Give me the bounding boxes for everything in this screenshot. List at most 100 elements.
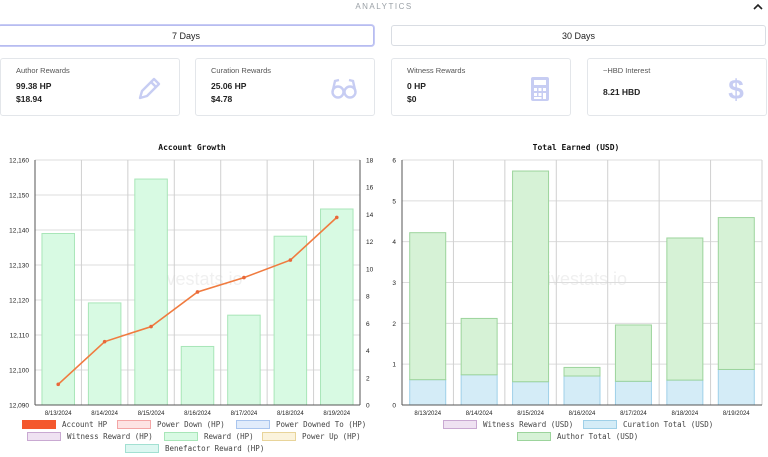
y-tick-label: 0: [392, 403, 396, 410]
legend-label: Witness Reward (HP): [67, 432, 153, 441]
y-right-tick-label: 12: [366, 239, 374, 246]
legend-swatch: [27, 432, 61, 441]
y-left-tick-label: 12,090: [9, 403, 29, 410]
curation-total-bar: [409, 379, 447, 406]
y-right-tick-label: 6: [366, 321, 370, 328]
card-value-usd: $4.78: [211, 94, 233, 104]
y-left-tick-label: 12,160: [9, 158, 29, 165]
author-total-bar: [614, 324, 652, 382]
y-right-tick-label: 16: [366, 185, 374, 192]
watermark: hivestats.io: [537, 269, 627, 289]
analytics-header: ANALYTICS: [0, 0, 768, 16]
legend-swatch: [22, 420, 56, 429]
chevron-up-icon: [753, 3, 763, 10]
curation-total-bar: [614, 380, 652, 406]
legend-item[interactable]: Witness Reward (HP): [27, 432, 153, 441]
legend-item[interactable]: Power Downed To (HP): [236, 420, 366, 429]
card-value-hp: 0 HP: [407, 81, 426, 91]
legend-item[interactable]: Account HP: [22, 420, 107, 429]
curation-total-bar: [563, 375, 601, 406]
legend-swatch: [125, 444, 159, 453]
card-title: Author Rewards: [16, 66, 70, 75]
card-title: Curation Rewards: [211, 66, 272, 75]
x-tick-label: 8/13/2024: [414, 411, 441, 417]
reward-bar: [227, 314, 261, 406]
hbd-interest-card: ~HBD Interest 8.21 HBD $: [587, 58, 767, 116]
account-hp-point: [149, 324, 153, 329]
card-value-hp: 99.38 HP: [16, 81, 52, 91]
x-tick-label: 8/18/2024: [672, 411, 699, 417]
account-hp-point: [102, 339, 107, 344]
legend-item[interactable]: Power Down (HP): [117, 420, 225, 429]
x-tick-label: 8/18/2024: [277, 411, 304, 417]
author-total-bar: [717, 217, 755, 370]
y-tick-label: 5: [392, 198, 396, 205]
y-right-tick-label: 8: [366, 294, 370, 301]
curation-rewards-card: Curation Rewards 25.06 HP $4.78: [195, 58, 375, 116]
card-title: Witness Rewards: [407, 66, 466, 75]
card-value-usd: $18.94: [16, 94, 42, 104]
card-value-hbd: 8.21 HBD: [603, 87, 641, 97]
collapse-button[interactable]: [752, 1, 764, 13]
y-left-tick-label: 12,110: [10, 333, 30, 340]
y-right-tick-label: 18: [366, 158, 374, 165]
account-hp-point: [334, 215, 339, 220]
legend-swatch: [164, 432, 198, 441]
y-right-tick-label: 14: [366, 212, 374, 219]
legend-label: Curation Total (USD): [623, 420, 714, 429]
reward-bar: [180, 345, 215, 406]
x-tick-label: 8/13/2024: [45, 411, 72, 417]
account-hp-point: [288, 258, 293, 262]
x-tick-label: 8/19/2024: [323, 411, 350, 417]
svg-text:$: $: [728, 75, 744, 103]
legend-item[interactable]: Power Up (HP): [262, 432, 361, 441]
y-left-tick-label: 12,150: [9, 193, 29, 200]
witness-rewards-card: Witness Rewards 0 HP $0: [391, 58, 571, 116]
legend-swatch: [117, 420, 151, 429]
y-left-tick-label: 12,120: [9, 298, 29, 305]
y-right-tick-label: 0: [366, 403, 370, 410]
reward-bar: [41, 233, 75, 406]
section-title: ANALYTICS: [355, 2, 413, 11]
x-tick-label: 8/14/2024: [91, 411, 118, 417]
author-rewards-card: Author Rewards 99.38 HP $18.94: [0, 58, 180, 116]
legend-swatch: [583, 420, 617, 429]
author-total-bar: [409, 232, 447, 381]
card-value-hp: 25.06 HP: [211, 81, 247, 91]
y-right-tick-label: 10: [366, 266, 374, 273]
author-total-bar: [666, 237, 704, 381]
dollar-icon: $: [728, 75, 744, 103]
legend-label: Power Down (HP): [157, 420, 225, 429]
x-tick-label: 8/19/2024: [723, 411, 750, 417]
x-tick-label: 8/16/2024: [184, 411, 211, 417]
account-hp-point: [195, 290, 200, 294]
legend-item[interactable]: Author Total (USD): [517, 432, 638, 441]
curation-total-bar: [512, 381, 550, 406]
legend-label: Reward (HP): [204, 432, 254, 441]
x-tick-label: 8/15/2024: [517, 411, 544, 417]
legend-label: Power Up (HP): [302, 432, 361, 441]
card-value-usd: $0: [407, 94, 417, 104]
legend-item[interactable]: Curation Total (USD): [583, 420, 713, 429]
x-tick-label: 8/17/2024: [231, 411, 258, 417]
legend-item[interactable]: Reward (HP): [164, 432, 254, 441]
legend-item[interactable]: Witness Reward (USD): [443, 420, 573, 429]
range-30-days-button[interactable]: 30 Days: [391, 25, 766, 46]
y-tick-label: 4: [392, 239, 396, 246]
curation-total-bar: [666, 379, 704, 406]
legend-swatch: [236, 420, 270, 429]
y-tick-label: 3: [392, 280, 396, 287]
account-hp-point: [56, 382, 61, 387]
legend-swatch: [262, 432, 296, 441]
total-earned-chart: hivestats.io 0 1 2 3 4 5 6 8/13/2024 8/14/2024 8/1…: [392, 158, 763, 417]
x-tick-label: 8/15/2024: [138, 411, 165, 417]
reward-bar: [134, 178, 168, 406]
legend-item[interactable]: Benefactor Reward (HP): [125, 444, 264, 453]
legend-label: Witness Reward (USD): [483, 420, 574, 429]
y-left-tick-label: 12,140: [9, 228, 29, 235]
y-tick-label: 2: [392, 321, 396, 328]
range-7-days-button[interactable]: 7 Days: [0, 25, 374, 46]
y-tick-label: 6: [392, 158, 396, 165]
x-tick-label: 8/14/2024: [466, 411, 493, 417]
reward-bar: [87, 302, 122, 406]
